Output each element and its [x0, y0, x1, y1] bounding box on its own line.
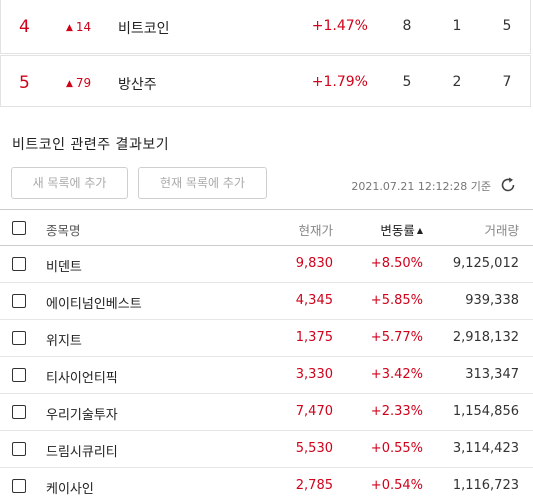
- triangle-up-icon: ▲: [66, 23, 73, 33]
- ranking-item[interactable]: 4 ▲ 14 비트코인 +1.47% 8 1 5: [0, 0, 531, 54]
- stock-price: 4,345: [295, 293, 333, 308]
- header-change-label: 변동률: [380, 223, 415, 238]
- add-to-new-list-button[interactable]: 새 목록에 추가: [11, 167, 128, 199]
- stock-volume: 9,125,012: [452, 256, 519, 271]
- row-checkbox[interactable]: [12, 442, 26, 456]
- ranking-count-3: 7: [502, 74, 512, 90]
- stock-volume: 939,338: [465, 293, 519, 308]
- stock-price: 5,530: [295, 441, 333, 456]
- row-checkbox[interactable]: [12, 479, 26, 493]
- header-change[interactable]: 변동률 ▲: [380, 220, 423, 239]
- stock-volume: 1,154,856: [452, 404, 519, 419]
- ranking-count-2: 2: [452, 74, 462, 90]
- table-row[interactable]: 위지트 1,375 +5.77% 2,918,132: [0, 320, 533, 357]
- table-row[interactable]: 에이티넘인베스트 4,345 +5.85% 939,338: [0, 283, 533, 320]
- triangle-up-icon: ▲: [66, 79, 73, 89]
- rank-number: 5: [19, 73, 30, 93]
- stock-price: 3,330: [295, 367, 333, 382]
- table-row[interactable]: 비덴트 9,830 +8.50% 9,125,012: [0, 246, 533, 283]
- ranking-count-2: 1: [452, 18, 462, 34]
- header-volume[interactable]: 거래량: [484, 220, 519, 239]
- row-checkbox[interactable]: [12, 405, 26, 419]
- stock-change: +0.54%: [370, 478, 423, 493]
- stock-name[interactable]: 우리기술투자: [46, 404, 118, 423]
- table-header: 종목명 현재가 변동률 ▲ 거래량: [0, 209, 533, 246]
- stock-name[interactable]: 비덴트: [46, 256, 82, 275]
- stock-volume: 2,918,132: [452, 330, 519, 345]
- rank-change-value: 79: [75, 76, 92, 90]
- select-all-checkbox[interactable]: [12, 221, 26, 235]
- stock-name[interactable]: 티사이언티픽: [46, 367, 118, 386]
- stock-name[interactable]: 케이사인: [46, 478, 94, 497]
- stock-price: 7,470: [295, 404, 333, 419]
- row-checkbox[interactable]: [12, 368, 26, 382]
- ranking-count-1: 5: [402, 74, 412, 90]
- row-checkbox[interactable]: [12, 331, 26, 345]
- stock-change: +5.77%: [370, 330, 423, 345]
- rank-change: ▲ 79: [66, 76, 91, 90]
- stock-price: 2,785: [295, 478, 333, 493]
- row-checkbox[interactable]: [12, 257, 26, 271]
- ranking-name[interactable]: 비트코인: [118, 18, 170, 38]
- stock-name[interactable]: 드림시큐리티: [46, 441, 118, 460]
- stock-table: 종목명 현재가 변동률 ▲ 거래량 비덴트 9,830 +8.50% 9,125,012…: [0, 209, 533, 499]
- ranking-percent: +1.47%: [311, 18, 368, 34]
- stock-change: +8.50%: [370, 256, 423, 271]
- rank-change-value: 14: [75, 20, 92, 34]
- header-name[interactable]: 종목명: [46, 220, 81, 239]
- stock-volume: 1,116,723: [452, 478, 519, 493]
- stock-price: 1,375: [295, 330, 333, 345]
- header-price[interactable]: 현재가: [298, 220, 333, 239]
- timestamp: 2021.07.21 12:12:28 기준: [351, 180, 491, 193]
- rank-number: 4: [19, 17, 30, 37]
- stock-change: +5.85%: [370, 293, 423, 308]
- ranking-name[interactable]: 방산주: [118, 74, 157, 94]
- section-title: 비트코인 관련주 결과보기: [12, 137, 170, 153]
- table-row[interactable]: 드림시큐리티 5,530 +0.55% 3,114,423: [0, 431, 533, 468]
- refresh-icon[interactable]: [499, 176, 517, 194]
- stock-name[interactable]: 위지트: [46, 330, 82, 349]
- stock-volume: 313,347: [465, 367, 519, 382]
- stock-change: +2.33%: [370, 404, 423, 419]
- sort-up-icon: ▲: [416, 226, 423, 235]
- table-row[interactable]: 우리기술투자 7,470 +2.33% 1,154,856: [0, 394, 533, 431]
- row-checkbox[interactable]: [12, 294, 26, 308]
- ranking-percent: +1.79%: [311, 74, 368, 90]
- table-row[interactable]: 티사이언티픽 3,330 +3.42% 313,347: [0, 357, 533, 394]
- add-to-current-list-button[interactable]: 현재 목록에 추가: [138, 167, 267, 199]
- ranking-count-3: 5: [502, 18, 512, 34]
- stock-change: +0.55%: [370, 441, 423, 456]
- ranking-item[interactable]: 5 ▲ 79 방산주 +1.79% 5 2 7: [0, 55, 531, 107]
- stock-change: +3.42%: [370, 367, 423, 382]
- stock-name[interactable]: 에이티넘인베스트: [46, 293, 142, 312]
- table-row[interactable]: 케이사인 2,785 +0.54% 1,116,723: [0, 468, 533, 499]
- ranking-count-1: 8: [402, 18, 412, 34]
- rank-change: ▲ 14: [66, 20, 91, 34]
- stock-price: 9,830: [295, 256, 333, 271]
- stock-volume: 3,114,423: [452, 441, 519, 456]
